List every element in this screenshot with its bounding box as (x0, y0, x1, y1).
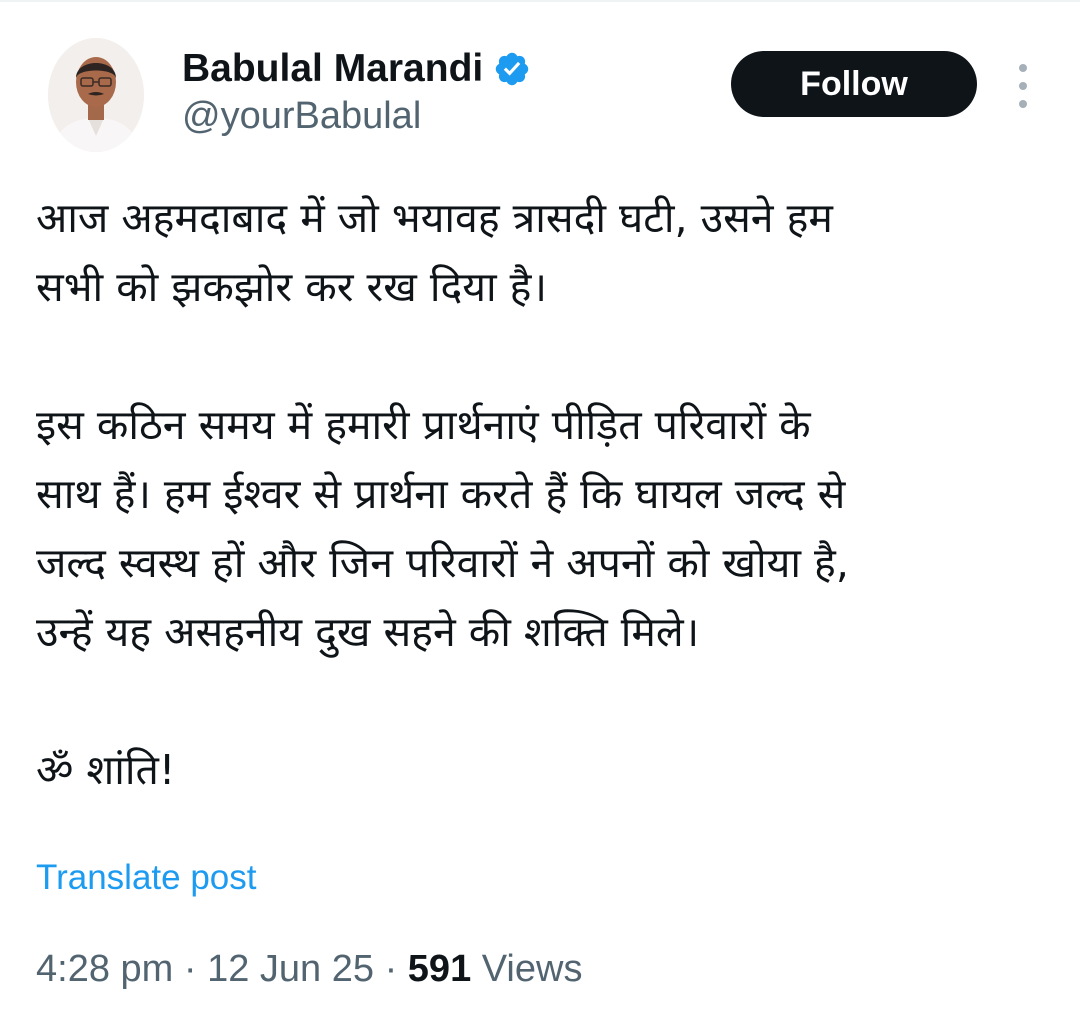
post-time[interactable]: 4:28 pm (36, 948, 173, 990)
author-handle[interactable]: @yourBabulal (182, 95, 421, 138)
post-line: साथ हैं। हम ईश्वर से प्रार्थना करते हैं … (36, 470, 846, 518)
verified-badge-icon[interactable] (493, 50, 531, 88)
top-divider (0, 0, 1080, 2)
post-text: आज अहमदाबाद में जो भयावह त्रासदी घटी, उस… (36, 184, 1036, 805)
dot (1019, 82, 1027, 90)
post-line: इस कठिन समय में हमारी प्रार्थनाएं पीड़ित… (36, 401, 811, 449)
post-date[interactable]: 12 Jun 25 (207, 948, 374, 990)
post-line: आज अहमदाबाद में जो भयावह त्रासदी घटी, उस… (36, 194, 833, 242)
post-line: जल्द स्वस्थ हों और जिन परिवारों ने अपनों… (36, 539, 849, 587)
post-line: सभी को झकझोर कर रख दिया है। (36, 263, 547, 311)
follow-button[interactable]: Follow (731, 51, 977, 117)
post-line: ॐ शांति! (36, 746, 176, 794)
author-display-name[interactable]: Babulal Marandi (182, 47, 483, 91)
post-meta: 4:28 pm · 12 Jun 25 · 591 Views (36, 948, 582, 991)
dot (1019, 100, 1027, 108)
meta-separator: · (374, 948, 408, 990)
meta-separator: · (173, 948, 208, 990)
avatar[interactable] (48, 38, 144, 152)
views-label: Views (471, 948, 583, 990)
dot (1019, 64, 1027, 72)
views-count[interactable]: 591 (408, 948, 471, 990)
author-name-row[interactable]: Babulal Marandi (182, 44, 531, 94)
more-options-icon[interactable] (1010, 64, 1036, 108)
translate-post-link[interactable]: Translate post (36, 858, 256, 898)
profile-photo-icon (48, 38, 144, 152)
post-line: उन्हें यह असहनीय दुख सहने की शक्ति मिले। (36, 608, 700, 656)
